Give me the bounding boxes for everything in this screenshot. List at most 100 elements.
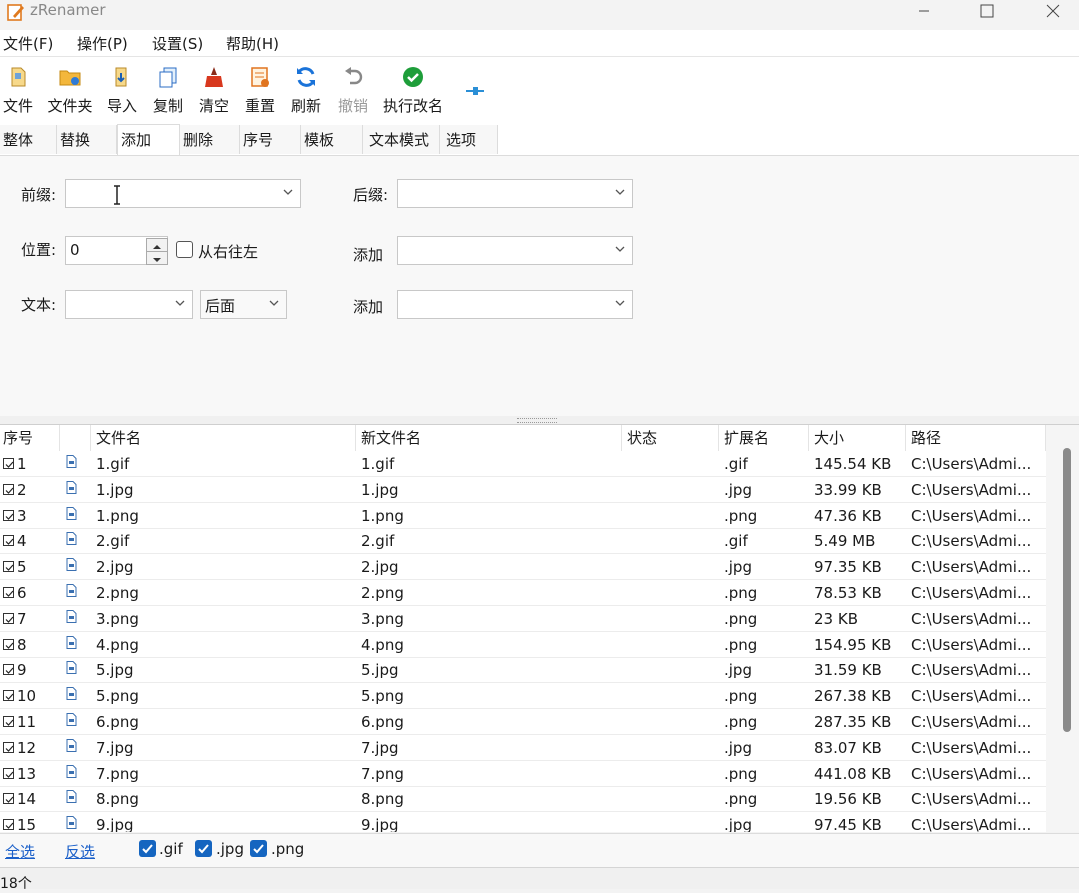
scrollbar-thumb[interactable] <box>1063 448 1071 732</box>
col-header-icon[interactable] <box>60 425 91 451</box>
tab-delete[interactable]: 删除 <box>180 125 240 154</box>
table-row[interactable]: 1 1.gif 1.gif .gif 145.54 KB C:\Users\Admi... <box>0 451 1046 477</box>
row-checkbox[interactable] <box>3 535 14 547</box>
undo-icon <box>345 67 363 85</box>
newname-cell: 1.gif <box>361 455 395 473</box>
row-checkbox[interactable] <box>3 587 14 598</box>
splitter[interactable] <box>0 416 1079 425</box>
undo-button[interactable]: 撤销 <box>334 61 372 121</box>
tab-whole[interactable]: 整体 <box>0 125 57 154</box>
menu-help[interactable]: 帮助(H) <box>226 33 279 54</box>
chevron-down-icon[interactable] <box>614 186 626 198</box>
table-row[interactable]: 9 5.jpg 5.jpg .jpg 31.59 KB C:\Users\Admi... <box>0 657 1046 684</box>
invert-selection-link[interactable]: 反选 <box>65 841 95 862</box>
gif-filter-checkbox[interactable] <box>139 840 156 857</box>
execute-rename-button[interactable]: 执行改名 <box>379 61 447 121</box>
tab-options[interactable]: 选项 <box>440 125 498 154</box>
col-header-status[interactable]: 状态 <box>622 425 719 451</box>
table-row[interactable]: 8 4.png 4.png .png 154.95 KB C:\Users\Admi... <box>0 632 1046 658</box>
table-row[interactable]: 2 1.jpg 1.jpg .jpg 33.99 KB C:\Users\Admi... <box>0 477 1046 503</box>
row-checkbox[interactable] <box>3 458 14 469</box>
col-header-path[interactable]: 路径 <box>906 425 1046 451</box>
add-combobox-2[interactable] <box>397 290 633 319</box>
table-row[interactable]: 12 7.jpg 7.jpg .jpg 83.07 KB C:\Users\Admi... <box>0 735 1046 761</box>
tab-template[interactable]: 模板 <box>301 125 363 154</box>
add-combobox-1[interactable] <box>397 236 633 265</box>
position-label: 位置: <box>21 241 57 259</box>
maximize-icon[interactable] <box>964 0 1010 22</box>
close-icon[interactable] <box>1030 0 1076 22</box>
row-checkbox[interactable] <box>3 741 14 753</box>
table-row[interactable]: 15 9.jpg 9.jpg .jpg 97.45 KB C:\Users\Admi... <box>0 812 1046 832</box>
row-checkbox[interactable] <box>3 819 14 831</box>
table-row[interactable]: 6 2.png 2.png .png 78.53 KB C:\Users\Admi... <box>0 580 1046 606</box>
menu-settings[interactable]: 设置(S) <box>152 33 203 54</box>
file-icon <box>66 506 77 520</box>
col-header-extension[interactable]: 扩展名 <box>719 425 809 451</box>
chevron-down-icon[interactable] <box>174 297 186 309</box>
menu-operation[interactable]: 操作(P) <box>77 33 128 54</box>
jpg-filter-checkbox[interactable] <box>195 840 212 857</box>
refresh-button[interactable]: 刷新 <box>287 61 325 121</box>
col-header-filename[interactable]: 文件名 <box>91 425 356 451</box>
png-filter-checkbox[interactable] <box>250 840 267 857</box>
row-checkbox[interactable] <box>3 638 14 650</box>
import-button[interactable]: 导入 <box>104 61 140 121</box>
row-checkbox[interactable] <box>3 483 14 495</box>
png-filter-label[interactable]: .png <box>271 840 304 858</box>
tab-replace[interactable]: 替换 <box>57 125 117 154</box>
table-row[interactable]: 14 8.png 8.png .png 19.56 KB C:\Users\Admi... <box>0 786 1046 813</box>
position-spinbox[interactable]: 0 <box>65 236 168 265</box>
rtl-checkbox[interactable] <box>176 241 193 258</box>
reset-button[interactable]: 重置 <box>241 61 279 121</box>
row-checkbox[interactable] <box>3 716 14 727</box>
tab-text-mode[interactable]: 文本模式 <box>363 125 440 154</box>
table-row[interactable]: 11 6.png 6.png .png 287.35 KB C:\Users\Admi..… <box>0 709 1046 735</box>
seq-cell: 4 <box>17 532 27 551</box>
file-icon <box>66 790 77 804</box>
table-row[interactable]: 7 3.png 3.png .png 23 KB C:\Users\Admi... <box>0 606 1046 632</box>
row-checkbox[interactable] <box>3 690 14 702</box>
row-checkbox[interactable] <box>3 561 14 573</box>
copy-button[interactable]: 复制 <box>149 61 187 121</box>
jpg-filter-label[interactable]: .jpg <box>216 840 244 858</box>
chevron-down-icon[interactable] <box>282 186 294 198</box>
file-icon <box>66 816 77 830</box>
pin-icon[interactable] <box>465 84 485 98</box>
prefix-combobox[interactable] <box>65 179 301 208</box>
filename-cell: 5.png <box>96 687 139 706</box>
spin-up-icon[interactable] <box>146 238 168 252</box>
table-row[interactable]: 4 2.gif 2.gif .gif 5.49 MB C:\Users\Admi... <box>0 528 1046 555</box>
row-checkbox[interactable] <box>3 664 14 676</box>
chevron-down-icon[interactable] <box>268 297 280 309</box>
row-checkbox[interactable] <box>3 767 14 779</box>
menu-file[interactable]: 文件(F) <box>3 33 53 54</box>
clear-button[interactable]: 清空 <box>195 61 233 121</box>
minimize-icon[interactable] <box>901 0 947 22</box>
add-file-button[interactable]: 文件 <box>0 61 36 121</box>
suffix-combobox[interactable] <box>397 179 633 208</box>
insert-position-select[interactable]: 后面 <box>200 290 287 319</box>
table-row[interactable]: 3 1.png 1.png .png 47.36 KB C:\Users\Admi... <box>0 503 1046 529</box>
row-checkbox[interactable] <box>3 793 14 805</box>
splitter-grip[interactable] <box>517 418 557 423</box>
chevron-down-icon[interactable] <box>614 297 626 309</box>
col-header-seq[interactable]: 序号 <box>0 425 60 451</box>
col-header-size[interactable]: 大小 <box>809 425 906 451</box>
tab-add[interactable]: 添加 <box>117 124 180 155</box>
check-icon <box>5 745 14 752</box>
table-row[interactable]: 5 2.jpg 2.jpg .jpg 97.35 KB C:\Users\Admi... <box>0 554 1046 581</box>
row-checkbox[interactable] <box>3 509 14 521</box>
row-checkbox[interactable] <box>3 612 14 624</box>
col-header-newname[interactable]: 新文件名 <box>356 425 622 451</box>
text-combobox[interactable] <box>65 290 193 319</box>
add-folder-button[interactable]: 文件夹 <box>43 61 97 121</box>
select-all-link[interactable]: 全选 <box>5 841 35 862</box>
table-row[interactable]: 13 7.png 7.png .png 441.08 KB C:\Users\Admi..… <box>0 761 1046 787</box>
tab-sequence[interactable]: 序号 <box>240 125 301 154</box>
gif-filter-label[interactable]: .gif <box>159 840 183 858</box>
spin-down-icon[interactable] <box>146 251 168 265</box>
table-row[interactable]: 10 5.png 5.png .png 267.38 KB C:\Users\Admi..… <box>0 683 1046 710</box>
chevron-down-icon[interactable] <box>614 243 626 255</box>
rtl-label: 从右往左 <box>198 243 259 261</box>
